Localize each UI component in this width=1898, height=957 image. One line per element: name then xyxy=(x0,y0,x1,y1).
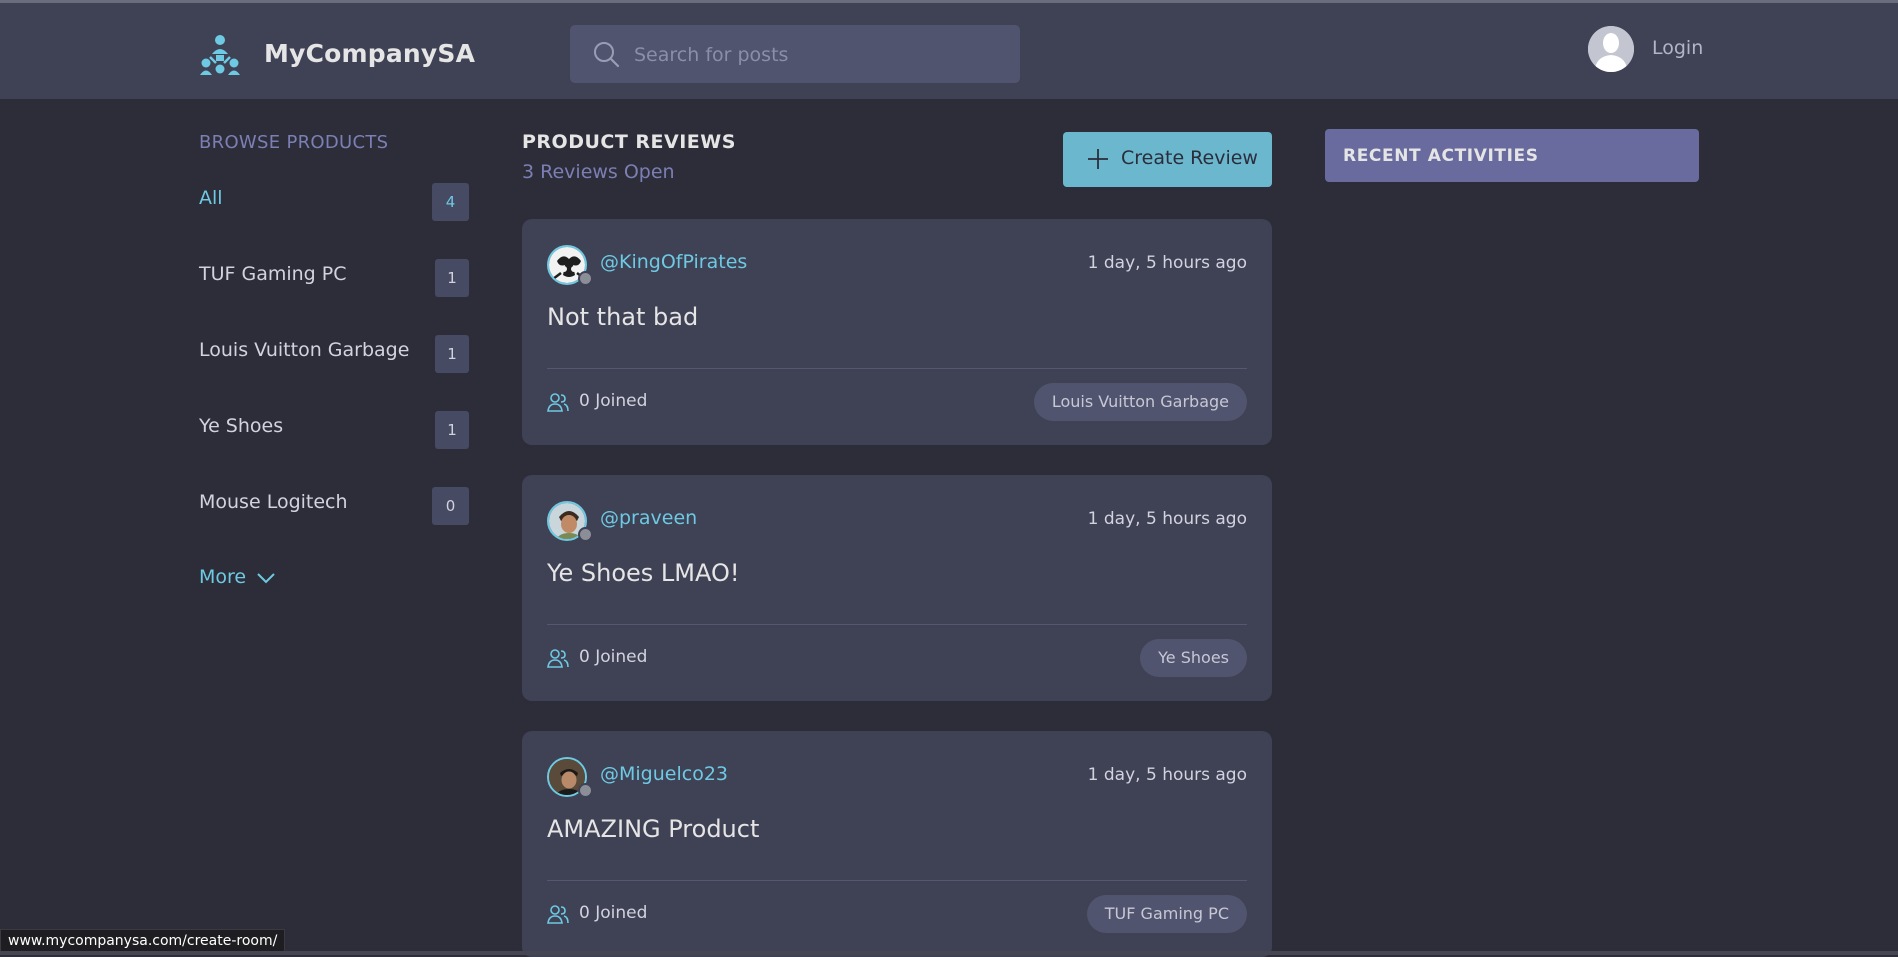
more-topics-link[interactable]: More xyxy=(199,566,276,588)
review-title[interactable]: AMAZING Product xyxy=(547,815,759,843)
topic-label[interactable]: Ye Shoes xyxy=(199,415,283,437)
topic-label[interactable]: Louis Vuitton Garbage xyxy=(199,339,409,361)
people-icon xyxy=(547,649,569,668)
topic-label[interactable]: TUF Gaming PC xyxy=(199,263,347,285)
review-author[interactable]: @KingOfPirates xyxy=(600,251,747,273)
joined-count: 0 Joined xyxy=(579,391,648,411)
recent-activities-heading: RECENT ACTIVITIES xyxy=(1343,146,1539,166)
search-input[interactable] xyxy=(632,25,1006,85)
review-card: @Miguelco23 1 day, 5 hours ago AMAZING P… xyxy=(522,731,1272,957)
window-bottom-border xyxy=(0,951,1898,955)
card-divider xyxy=(547,880,1247,881)
reviews-open-count: 3 Reviews Open xyxy=(522,161,675,183)
create-review-label[interactable]: Create Review xyxy=(1121,147,1258,169)
review-title[interactable]: Not that bad xyxy=(547,303,698,331)
plus-icon xyxy=(1088,149,1108,169)
create-review-button[interactable]: Create Review xyxy=(1063,132,1272,187)
more-label[interactable]: More xyxy=(199,566,246,588)
topic-item-all[interactable]: All 4 xyxy=(199,183,469,223)
status-dot xyxy=(578,527,593,542)
card-divider xyxy=(547,368,1247,369)
topic-item-ye-shoes[interactable]: Ye Shoes 1 xyxy=(199,411,469,451)
topic-count-badge: 4 xyxy=(432,183,469,221)
recent-activities-panel: RECENT ACTIVITIES xyxy=(1325,129,1699,182)
joined-count: 0 Joined xyxy=(579,903,648,923)
product-reviews-heading: PRODUCT REVIEWS xyxy=(522,131,736,153)
login-link[interactable]: Login xyxy=(1652,37,1703,59)
topic-count-badge: 0 xyxy=(432,487,469,525)
top-navbar: MyCompanySA Login xyxy=(0,3,1898,99)
status-dot xyxy=(578,271,593,286)
review-author[interactable]: @praveen xyxy=(600,507,697,529)
search-icon xyxy=(594,42,620,68)
review-card: @KingOfPirates 1 day, 5 hours ago Not th… xyxy=(522,219,1272,445)
topic-item-tuf-gaming-pc[interactable]: TUF Gaming PC 1 xyxy=(199,259,469,299)
review-author[interactable]: @Miguelco23 xyxy=(600,763,728,785)
review-timestamp: 1 day, 5 hours ago xyxy=(1087,765,1247,785)
status-dot xyxy=(578,783,593,798)
topic-item-mouse-logitech[interactable]: Mouse Logitech 0 xyxy=(199,487,469,527)
review-title[interactable]: Ye Shoes LMAO! xyxy=(547,559,739,587)
browse-products-heading: BROWSE PRODUCTS xyxy=(199,132,389,153)
review-timestamp: 1 day, 5 hours ago xyxy=(1087,253,1247,273)
card-divider xyxy=(547,624,1247,625)
review-topic-tag[interactable]: TUF Gaming PC xyxy=(1086,895,1247,933)
review-timestamp: 1 day, 5 hours ago xyxy=(1087,509,1247,529)
brand-name[interactable]: MyCompanySA xyxy=(264,39,475,68)
joined-count: 0 Joined xyxy=(579,647,648,667)
topic-label[interactable]: All xyxy=(199,187,223,209)
topic-label[interactable]: Mouse Logitech xyxy=(199,491,348,513)
people-icon xyxy=(547,393,569,412)
logo-icon[interactable] xyxy=(198,33,242,77)
topic-count-badge: 1 xyxy=(435,259,469,297)
people-icon xyxy=(547,905,569,924)
search-bar[interactable] xyxy=(570,25,1020,85)
review-card: @praveen 1 day, 5 hours ago Ye Shoes LMA… xyxy=(522,475,1272,701)
user-avatar[interactable] xyxy=(1588,26,1634,72)
default-avatar-icon xyxy=(1588,26,1634,72)
chevron-down-icon xyxy=(257,572,275,583)
review-topic-tag[interactable]: Ye Shoes xyxy=(1140,639,1247,677)
topic-item-louis-vuitton-garbage[interactable]: Louis Vuitton Garbage 1 xyxy=(199,335,469,375)
browser-status-url: www.mycompanysa.com/create-room/ xyxy=(0,929,286,953)
topic-count-badge: 1 xyxy=(435,411,469,449)
review-topic-tag[interactable]: Louis Vuitton Garbage xyxy=(1033,383,1247,421)
topic-count-badge: 1 xyxy=(435,335,469,373)
